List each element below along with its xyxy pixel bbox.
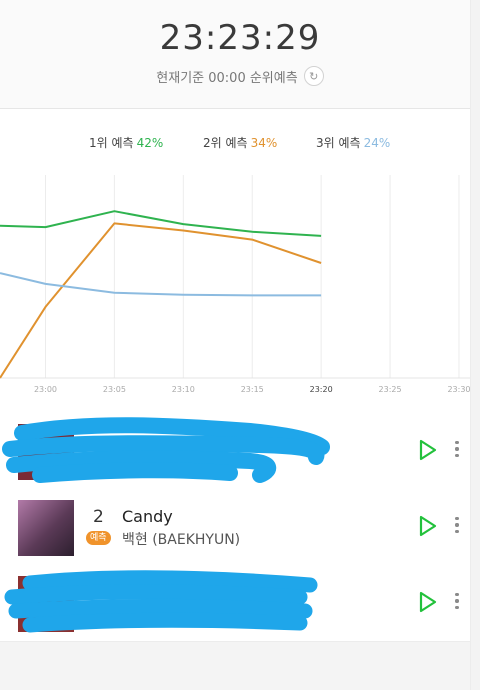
legend-third-label: 3위 예측 <box>316 136 361 150</box>
rank-number: 2 <box>93 507 104 527</box>
bottom-area <box>0 642 470 690</box>
play-icon[interactable] <box>418 591 438 613</box>
x-tick-label: 23:25 <box>379 385 402 394</box>
x-tick-label: 23:05 <box>103 385 126 394</box>
list-item[interactable]: 2 Candy 예측 백현 (BAEKHYUN) <box>0 489 470 566</box>
prediction-basis: 현재기준 00:00 순위예측 ↻ <box>0 66 480 86</box>
series-line-2 <box>0 222 322 379</box>
legend-first-label: 1위 예측 <box>89 136 134 150</box>
prediction-subtitle: 현재기준 00:00 순위예측 <box>156 70 298 86</box>
more-options-icon[interactable] <box>450 593 464 615</box>
more-options-icon[interactable] <box>450 441 464 463</box>
legend-second-label: 2위 예측 <box>203 136 248 150</box>
clock-display: 23:23:29 <box>159 18 321 58</box>
legend-second: 2위 예측 34% <box>203 134 277 151</box>
list-item[interactable] <box>0 413 470 490</box>
header-panel: 23:23:29 현재기준 00:00 순위예측 ↻ <box>0 0 470 109</box>
play-icon[interactable] <box>418 439 438 461</box>
refresh-icon[interactable]: ↻ <box>303 66 324 86</box>
x-tick-label: 23:20 <box>310 385 333 394</box>
album-art <box>18 424 74 480</box>
album-art <box>18 500 74 556</box>
play-icon[interactable] <box>418 515 438 537</box>
x-tick-label: 23:00 <box>34 385 57 394</box>
legend-first-percent: 42% <box>136 136 164 150</box>
prediction-badge: 예측 <box>86 531 111 545</box>
series-line-3 <box>0 272 322 297</box>
legend-second-percent: 34% <box>250 136 278 150</box>
more-options-icon[interactable] <box>450 517 464 539</box>
list-item[interactable] <box>0 565 470 642</box>
series-line-1 <box>0 210 322 237</box>
x-tick-label: 23:10 <box>172 385 195 394</box>
song-title: Candy <box>122 507 173 526</box>
album-art <box>18 576 74 632</box>
legend-third: 3위 예측 24% <box>316 134 390 151</box>
x-tick-label: 23:30 <box>447 385 470 394</box>
legend-first: 1위 예측 42% <box>89 134 163 151</box>
artist-name: 백현 (BAEKHYUN) <box>122 532 241 548</box>
scrollbar-track[interactable] <box>470 0 480 690</box>
prediction-line-chart: 23:00 23:05 23:10 23:15 23:20 23:25 23:30 <box>0 175 470 394</box>
x-tick-label: 23:15 <box>241 385 264 394</box>
legend-third-percent: 24% <box>363 136 391 150</box>
